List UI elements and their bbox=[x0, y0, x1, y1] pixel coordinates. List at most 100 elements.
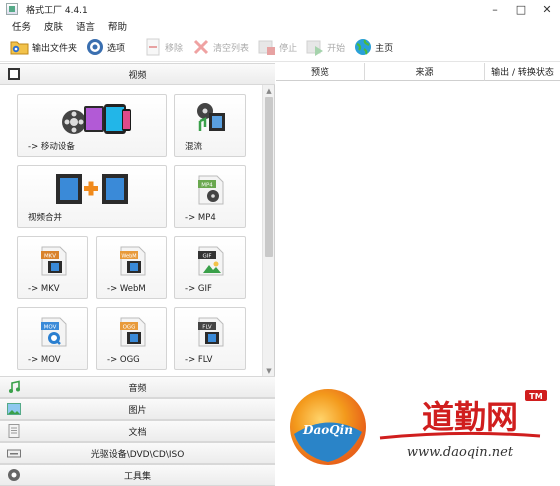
maximize-button[interactable]: □ bbox=[508, 0, 534, 18]
watermark: DaoQin 道勤网 TM www.daoqin.net bbox=[290, 372, 560, 486]
svg-text:DaoQin: DaoQin bbox=[302, 423, 353, 437]
tile-gif[interactable]: GIF -> GIF bbox=[174, 236, 246, 299]
category-tools-label: 工具集 bbox=[123, 471, 151, 482]
svg-text:WebM: WebM bbox=[121, 254, 136, 260]
home-button[interactable]: 主页 bbox=[353, 35, 393, 59]
menu-help[interactable]: 帮助 bbox=[108, 19, 127, 33]
tile-label: 混流 bbox=[185, 142, 203, 152]
tile-mov[interactable]: MOV -> MOV bbox=[17, 307, 88, 370]
remove-icon bbox=[143, 37, 163, 57]
tile-ogg[interactable]: OGG -> OGG bbox=[96, 307, 167, 370]
category-document-label: 文档 bbox=[128, 427, 147, 438]
mp4-file-icon: MP4 bbox=[195, 174, 227, 209]
start-label: 开始 bbox=[327, 43, 346, 54]
tile-mp4[interactable]: MP4 -> MP4 bbox=[174, 165, 246, 228]
video-join-icon bbox=[56, 174, 132, 207]
scroll-thumb[interactable] bbox=[265, 97, 273, 257]
start-button[interactable]: 开始 bbox=[305, 35, 345, 59]
tile-label: -> OGG bbox=[107, 355, 140, 365]
category-video-label: 视频 bbox=[128, 70, 147, 81]
close-button[interactable]: ✕ bbox=[534, 0, 560, 18]
minimize-button[interactable]: – bbox=[482, 0, 508, 18]
remove-label: 移除 bbox=[165, 43, 184, 54]
svg-text:MP4: MP4 bbox=[201, 183, 213, 189]
svg-text:OGG: OGG bbox=[123, 325, 136, 331]
svg-text:MOV: MOV bbox=[44, 325, 57, 331]
scroll-up-arrow[interactable]: ▲ bbox=[264, 86, 274, 96]
clear-x-icon bbox=[191, 37, 211, 57]
stop-icon bbox=[257, 37, 277, 57]
remove-button[interactable]: 移除 bbox=[143, 35, 183, 59]
clear-list-button[interactable]: 清空列表 bbox=[191, 35, 249, 59]
toolbar: 输出文件夹 选项 移除 清空列表 停止 开始 主页 bbox=[0, 33, 560, 62]
tile-label: -> 移动设备 bbox=[28, 142, 75, 152]
tile-webm[interactable]: WebM -> WebM bbox=[96, 236, 167, 299]
svg-text:GIF: GIF bbox=[202, 254, 211, 260]
globe-icon bbox=[353, 37, 373, 57]
svg-text:FLV: FLV bbox=[202, 325, 212, 331]
music-note-icon bbox=[7, 380, 21, 394]
output-folder-label: 输出文件夹 bbox=[32, 43, 78, 54]
category-audio-label: 音频 bbox=[128, 383, 147, 394]
clear-list-label: 清空列表 bbox=[213, 43, 250, 54]
tile-label: -> FLV bbox=[185, 355, 213, 365]
stop-button[interactable]: 停止 bbox=[257, 35, 297, 59]
menu-bar: 任务 皮肤 语言 帮助 bbox=[0, 18, 560, 33]
ogg-file-icon: OGG bbox=[117, 316, 149, 351]
tools-gear-icon bbox=[7, 468, 21, 482]
start-icon bbox=[305, 37, 325, 57]
tile-label: -> MP4 bbox=[185, 213, 216, 223]
gear-icon bbox=[85, 37, 105, 57]
category-optical[interactable]: 光驱设备\DVD\CD\ISO bbox=[0, 442, 275, 464]
app-icon bbox=[6, 3, 18, 15]
output-folder-button[interactable]: 输出文件夹 bbox=[10, 35, 77, 59]
column-preview[interactable]: 预览 bbox=[276, 63, 365, 81]
category-document[interactable]: 文档 bbox=[0, 420, 275, 442]
svg-text:TM: TM bbox=[529, 392, 542, 401]
tile-mkv[interactable]: MKV -> MKV bbox=[17, 236, 88, 299]
picture-icon bbox=[7, 402, 21, 416]
tile-label: -> WebM bbox=[107, 284, 146, 294]
folder-icon bbox=[10, 37, 30, 57]
home-label: 主页 bbox=[375, 43, 394, 54]
webm-file-icon: WebM bbox=[117, 245, 149, 280]
tile-label: 视频合并 bbox=[28, 213, 63, 223]
mux-icon bbox=[195, 101, 227, 136]
video-category-icon bbox=[7, 67, 21, 81]
grid-scrollbar[interactable]: ▲ ▼ bbox=[262, 85, 274, 377]
category-image-label: 图片 bbox=[128, 405, 147, 416]
tile-mux[interactable]: 混流 bbox=[174, 94, 246, 157]
category-optical-label: 光驱设备\DVD\CD\ISO bbox=[90, 449, 185, 460]
mobile-device-icon bbox=[60, 100, 132, 141]
function-panel: 视频 -> 移动设备 混流 视频合并 MP4 -> MP4 MKV -> MKV… bbox=[0, 63, 275, 486]
svg-text:道勤网: 道勤网 bbox=[422, 398, 518, 436]
category-video[interactable]: 视频 bbox=[0, 63, 275, 85]
menu-language[interactable]: 语言 bbox=[76, 19, 95, 33]
options-button[interactable]: 选项 bbox=[85, 35, 125, 59]
svg-text:www.daoqin.net: www.daoqin.net bbox=[407, 445, 514, 460]
gif-file-icon: GIF bbox=[195, 245, 227, 280]
column-source[interactable]: 来源 bbox=[365, 63, 485, 81]
category-tools[interactable]: 工具集 bbox=[0, 464, 275, 486]
tile-mobile-device[interactable]: -> 移动设备 bbox=[17, 94, 167, 157]
menu-tasks[interactable]: 任务 bbox=[12, 19, 31, 33]
tile-label: -> MOV bbox=[28, 355, 61, 365]
category-image[interactable]: 图片 bbox=[0, 398, 275, 420]
scroll-down-arrow[interactable]: ▼ bbox=[264, 366, 274, 376]
flv-file-icon: FLV bbox=[195, 316, 227, 351]
column-output-status[interactable]: 输出 / 转换状态 bbox=[485, 63, 560, 81]
disc-drive-icon bbox=[7, 446, 21, 460]
stop-label: 停止 bbox=[279, 43, 298, 54]
window-title: 格式工厂 4.4.1 bbox=[26, 5, 88, 16]
tile-video-join[interactable]: 视频合并 bbox=[17, 165, 167, 228]
mkv-file-icon: MKV bbox=[38, 245, 70, 280]
tile-label: -> MKV bbox=[28, 284, 60, 294]
tile-label: -> GIF bbox=[185, 284, 212, 294]
video-function-grid: -> 移动设备 混流 视频合并 MP4 -> MP4 MKV -> MKV We… bbox=[0, 85, 262, 377]
svg-text:MKV: MKV bbox=[44, 254, 56, 260]
menu-skin[interactable]: 皮肤 bbox=[44, 19, 63, 33]
mov-file-icon: MOV bbox=[38, 316, 70, 351]
watermark-logo: DaoQin 道勤网 TM www.daoqin.net bbox=[290, 389, 547, 465]
category-audio[interactable]: 音频 bbox=[0, 376, 275, 398]
tile-flv[interactable]: FLV -> FLV bbox=[174, 307, 246, 370]
